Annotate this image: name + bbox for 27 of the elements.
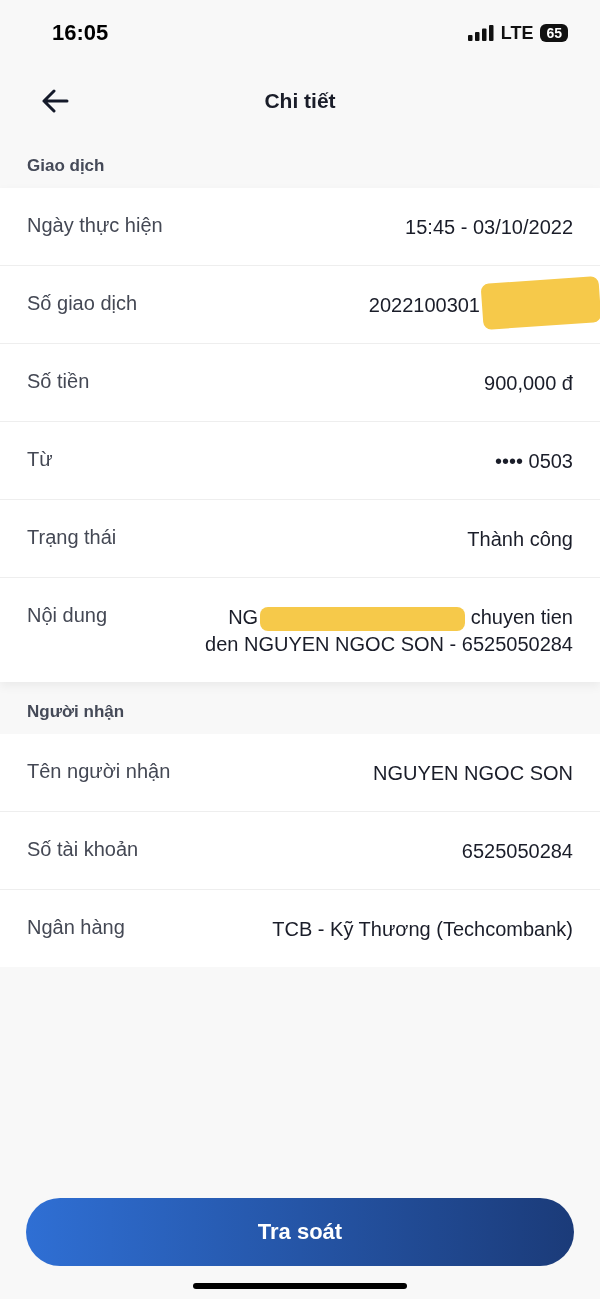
row-value: 900,000 đ: [484, 371, 573, 396]
row-value: •••• 0503: [494, 449, 573, 474]
status-time: 16:05: [52, 20, 109, 46]
row-label: Ngày thực hiện: [27, 214, 163, 237]
row-label: Số giao dịch: [27, 292, 138, 315]
row-label: Số tiền: [27, 370, 90, 393]
row-label: Số tài khoản: [27, 837, 139, 861]
network-label: LTE: [500, 22, 534, 44]
row-label: Trạng thái: [27, 526, 117, 549]
row-label: Tên người nhận: [27, 759, 171, 783]
row-value: Thành công: [467, 527, 573, 552]
row-value: 2022100301: [368, 293, 480, 318]
row-value: 6525050284: [461, 838, 573, 864]
battery-indicator: 65: [540, 24, 568, 42]
row-value: NGUYEN NGOC SON: [372, 760, 573, 786]
section-title: Người nhận: [26, 700, 126, 723]
inquiry-button[interactable]: Tra soát: [26, 1198, 574, 1266]
row-value: 15:45 - 03/10/2022: [405, 215, 573, 240]
page-title: Chi tiết: [264, 89, 336, 113]
back-arrow-icon[interactable]: [41, 89, 69, 113]
signal-icon: [467, 25, 494, 41]
row-label: Ngân hàng: [27, 915, 125, 939]
row-label: Từ: [27, 448, 53, 471]
row-value: TCB - Kỹ Thương (Techcombank): [272, 916, 573, 942]
row-value: NG chuyen tien den NGUYEN NGOC SON - 6525050284: [204, 605, 573, 657]
row-label: Nội dung: [27, 604, 108, 627]
section-title: Giao dịch: [26, 155, 106, 177]
